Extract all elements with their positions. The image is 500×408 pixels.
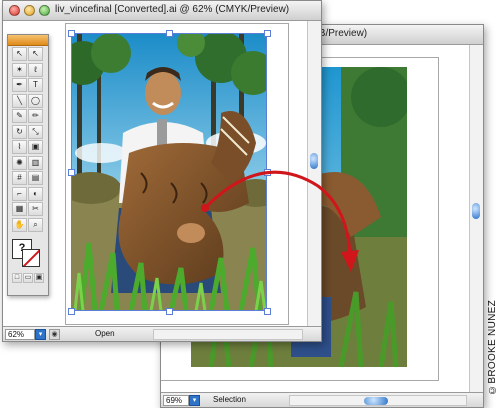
drag-direction-arrow <box>201 170 359 272</box>
photo-credit: ©BROOKE NUNEZ <box>487 300 498 395</box>
